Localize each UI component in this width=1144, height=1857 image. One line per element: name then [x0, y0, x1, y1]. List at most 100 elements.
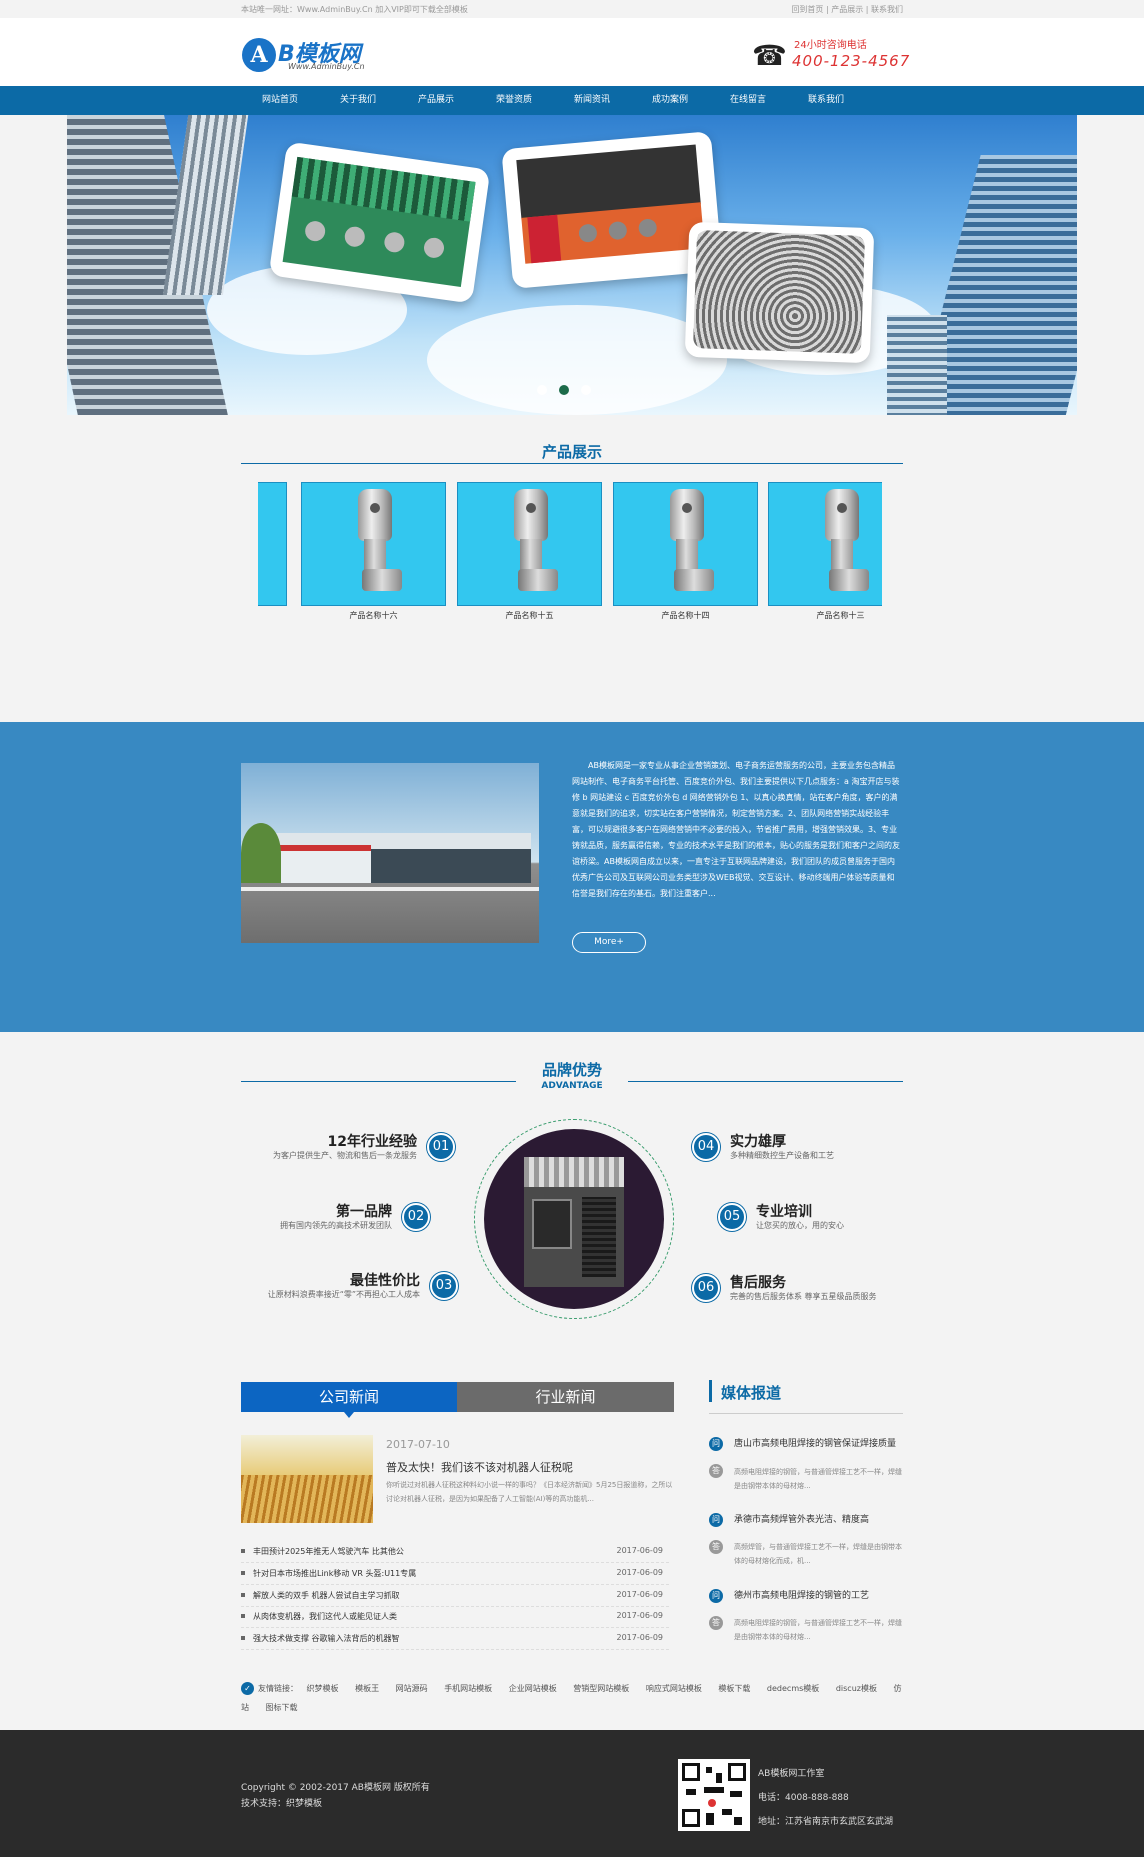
footer-support: 技术支持：织梦模板 [241, 1799, 323, 1809]
bullet-icon [241, 1593, 245, 1597]
friend-link[interactable]: discuz模板 [836, 1684, 877, 1693]
nav-item-about[interactable]: 关于我们 [319, 86, 397, 115]
media-item-title[interactable]: 承德市高频焊管外表光洁、精度高 [734, 1513, 906, 1527]
top-notice-bar: 本站唯一网址：Www.AdminBuy.Cn 加入VIP即可下载全部模板 回到首… [0, 0, 1144, 18]
advantage-title-05: 专业培训 [756, 1204, 812, 1220]
advantage-title-01: 12年行业经验 [327, 1134, 417, 1150]
site-logo[interactable]: A B模板网 Www.AdminBuy.Cn [242, 36, 392, 76]
featured-news-summary: 你听说过对机器人征税这种料幻小说一样的事吗？《日本经济新闻》5月25日报道称，之… [386, 1481, 673, 1503]
answer-icon: 答 [709, 1464, 723, 1478]
featured-news-image[interactable] [241, 1435, 373, 1523]
media-title: 媒体报道 [721, 1384, 782, 1402]
friend-link[interactable]: dedecms模板 [767, 1684, 819, 1693]
product-name: 产品名称十四 [661, 611, 710, 620]
advantage-title-02: 第一品牌 [336, 1204, 392, 1220]
footer-phone: 电话：4008-888-888 [758, 1793, 849, 1803]
tab-industry-news[interactable]: 行业新闻 [457, 1382, 674, 1412]
footer: Copyright © 2002-2017 AB模板网 版权所有 技术支持：织梦… [0, 1730, 1144, 1857]
product-name: 产品名称十六 [349, 611, 398, 620]
nav-item-cases[interactable]: 成功案例 [631, 86, 709, 115]
advantage-desc-06: 完善的售后服务体系 尊享五星级品质服务 [730, 1292, 877, 1301]
nav-item-contact[interactable]: 联系我们 [787, 86, 865, 115]
bullet-icon [241, 1571, 245, 1575]
tab-active-arrow [344, 1412, 354, 1418]
advantage-item-05: 05 专业培训 让您买的放心，用的安心 [718, 1200, 898, 1240]
qr-code-image [678, 1759, 750, 1831]
nav-item-honors[interactable]: 荣誉资质 [475, 86, 553, 115]
news-list-item[interactable]: 丰田预计2025年推无人驾驶汽车 比其他公 2017-06-09 [241, 1543, 669, 1563]
friend-link[interactable]: 响应式网站模板 [646, 1684, 702, 1693]
answer-icon: 答 [709, 1540, 723, 1554]
news-item-title[interactable]: 丰田预计2025年推无人驾驶汽车 比其他公 [253, 1546, 404, 1557]
hotline-number: 400-123-4567 [792, 52, 911, 70]
news-item-title[interactable]: 解放人类的双手 机器人尝试自主学习抓取 [253, 1590, 400, 1601]
news-list-item[interactable]: 从肉体变机器，我们这代人或能见证人类 2017-06-09 [241, 1608, 669, 1628]
about-text: AB模板网是一家专业从事企业营销策划、电子商务运营服务的公司，主要业务包含精品网… [572, 761, 900, 898]
media-item-desc: 高频电阻焊接的钢管，与普通管焊接工艺不一样，焊缝是由钢带本体的母材熔... [734, 1619, 902, 1641]
friend-link[interactable]: 手机网站模板 [444, 1684, 492, 1693]
logo-mark: A [242, 38, 276, 72]
product-item[interactable]: 产品名称十六 [301, 482, 446, 621]
news-list-item[interactable]: 强大技术做支撑 谷歌输入法背后的机器智 2017-06-09 [241, 1630, 669, 1650]
tab-company-news[interactable]: 公司新闻 [241, 1382, 457, 1412]
about-more-button[interactable]: More+ [572, 932, 646, 953]
bullet-icon [241, 1614, 245, 1618]
header: A B模板网 Www.AdminBuy.Cn ☎ 24小时咨询电话 400-12… [0, 18, 1144, 86]
news-list-item[interactable]: 解放人类的双手 机器人尝试自主学习抓取 2017-06-09 [241, 1587, 669, 1607]
friend-link[interactable]: 织梦模板 [307, 1684, 339, 1693]
featured-news-title[interactable]: 普及太快！我们该不该对机器人征税呢 [386, 1459, 573, 1475]
friend-link[interactable]: 图标下载 [266, 1703, 298, 1712]
advantage-num-05: 05 [718, 1203, 746, 1231]
news-tabs: 公司新闻 行业新闻 [241, 1382, 674, 1418]
advantage-desc-02: 拥有国内领先的高技术研发团队 [280, 1221, 392, 1230]
products-carousel: 产品名称十六 产品名称十五 产品名称十四 产品名称十三 [258, 482, 882, 627]
top-link-home[interactable]: 回到首页 [791, 5, 823, 14]
news-item-title[interactable]: 强大技术做支撑 谷歌输入法背后的机器智 [253, 1633, 400, 1644]
main-nav: 网站首页 关于我们 产品展示 荣誉资质 新闻资讯 成功案例 在线留言 联系我们 [0, 86, 1144, 115]
advantage-num-03: 03 [430, 1272, 458, 1300]
top-link-contact[interactable]: 联系我们 [871, 5, 903, 14]
friend-link[interactable]: 营销型网站模板 [573, 1684, 629, 1693]
news-list-item[interactable]: 针对日本市场推出Link移动 VR 头盔:U11专属 2017-06-09 [241, 1565, 669, 1585]
friend-links-label: 友情链接： [258, 1684, 298, 1693]
about-section: AB模板网是一家专业从事企业营销策划、电子商务运营服务的公司，主要业务包含精品网… [0, 722, 1144, 1032]
news-item-title[interactable]: 从肉体变机器，我们这代人或能见证人类 [253, 1611, 397, 1622]
news-item-date: 2017-06-09 [616, 1546, 664, 1555]
advantage-num-04: 04 [692, 1133, 720, 1161]
advantage-machine-image [484, 1129, 664, 1309]
logo-url: Www.AdminBuy.Cn [288, 62, 365, 71]
banner-dot-2[interactable] [559, 385, 569, 395]
telephone-icon: ☎ [752, 39, 787, 72]
top-links: 回到首页 | 产品展示 | 联系我们 [791, 5, 903, 14]
friend-link[interactable]: 企业网站模板 [509, 1684, 557, 1693]
product-item[interactable]: 产品名称十四 [613, 482, 758, 621]
friend-link[interactable]: 模板王 [355, 1684, 379, 1693]
nav-item-home[interactable]: 网站首页 [241, 86, 319, 115]
media-divider [709, 1413, 903, 1414]
friend-link[interactable]: 网站源码 [396, 1684, 428, 1693]
product-item[interactable]: 产品名称十五 [457, 482, 602, 621]
footer-address: 地址：江苏省南京市玄武区玄武湖 [758, 1817, 894, 1827]
bullet-icon [241, 1549, 245, 1553]
nav-item-products[interactable]: 产品展示 [397, 86, 475, 115]
product-item-partial[interactable] [258, 482, 287, 606]
banner-dot-1[interactable] [537, 385, 547, 395]
media-item-title[interactable]: 德州市高频电阻焊接的钢管的工艺 [734, 1589, 906, 1603]
question-icon: 问 [709, 1589, 723, 1603]
product-item[interactable]: 产品名称十三 [768, 482, 882, 621]
advantage-title-03: 最佳性价比 [350, 1273, 420, 1289]
media-title-marker [709, 1380, 712, 1402]
news-item-title[interactable]: 针对日本市场推出Link移动 VR 头盔:U11专属 [253, 1568, 416, 1579]
media-item-title[interactable]: 唐山市高频电阻焊接的钢管保证焊接质量 [734, 1437, 906, 1451]
advantage-line-left [241, 1081, 516, 1082]
friend-link[interactable]: 模板下载 [718, 1684, 750, 1693]
nav-item-message[interactable]: 在线留言 [709, 86, 787, 115]
top-link-products[interactable]: 产品展示 [831, 5, 863, 14]
hero-banner[interactable] [67, 115, 1077, 415]
news-item-date: 2017-06-09 [616, 1568, 664, 1577]
building-left-2 [162, 115, 252, 295]
banner-dot-3[interactable] [581, 385, 591, 395]
nav-item-news[interactable]: 新闻资讯 [553, 86, 631, 115]
products-divider [241, 463, 903, 464]
building-right-2 [887, 315, 947, 415]
